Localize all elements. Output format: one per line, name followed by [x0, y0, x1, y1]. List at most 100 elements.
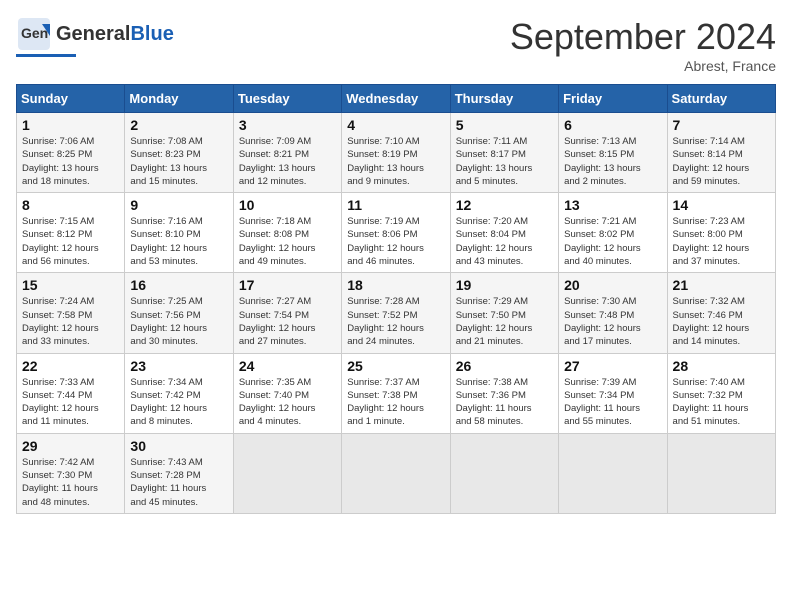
calendar-cell: 12 Sunrise: 7:20 AM Sunset: 8:04 PM Dayli…	[450, 193, 558, 273]
calendar-cell: 21 Sunrise: 7:32 AM Sunset: 7:46 PM Dayli…	[667, 273, 775, 353]
calendar-cell: 27 Sunrise: 7:39 AM Sunset: 7:34 PM Dayli…	[559, 353, 667, 433]
calendar-cell: 17 Sunrise: 7:27 AM Sunset: 7:54 PM Dayli…	[233, 273, 341, 353]
day-number: 17	[239, 277, 336, 293]
calendar-cell: 19 Sunrise: 7:29 AM Sunset: 7:50 PM Dayli…	[450, 273, 558, 353]
day-number: 7	[673, 117, 770, 133]
day-number: 13	[564, 197, 661, 213]
calendar-cell	[667, 433, 775, 513]
day-number: 10	[239, 197, 336, 213]
calendar-cell: 4Sunrise: 7:10 AM Sunset: 8:19 PM Daylig…	[342, 113, 450, 193]
calendar-cell	[559, 433, 667, 513]
day-info: Sunrise: 7:25 AM Sunset: 7:56 PM Dayligh…	[130, 295, 227, 348]
day-number: 21	[673, 277, 770, 293]
calendar-table: SundayMondayTuesdayWednesdayThursdayFrid…	[16, 84, 776, 514]
calendar-cell: 14Sunrise: 7:23 AM Sunset: 8:00 PM Dayli…	[667, 193, 775, 273]
calendar-cell: 9Sunrise: 7:16 AM Sunset: 8:10 PM Daylig…	[125, 193, 233, 273]
calendar-cell: 25 Sunrise: 7:37 AM Sunset: 7:38 PM Dayli…	[342, 353, 450, 433]
calendar-cell: 30 Sunrise: 7:43 AM Sunset: 7:28 PM Dayli…	[125, 433, 233, 513]
day-info: Sunrise: 7:42 AM Sunset: 7:30 PM Dayligh…	[22, 456, 119, 509]
calendar-cell: 5 Sunrise: 7:11 AM Sunset: 8:17 PM Daylig…	[450, 113, 558, 193]
calendar-cell: 16 Sunrise: 7:25 AM Sunset: 7:56 PM Dayli…	[125, 273, 233, 353]
day-number: 16	[130, 277, 227, 293]
day-info: Sunrise: 7:09 AM Sunset: 8:21 PM Dayligh…	[239, 135, 336, 188]
day-info: Sunrise: 7:43 AM Sunset: 7:28 PM Dayligh…	[130, 456, 227, 509]
day-number: 20	[564, 277, 661, 293]
calendar-week-5: 29 Sunrise: 7:42 AM Sunset: 7:30 PM Dayli…	[17, 433, 776, 513]
calendar-cell: 3 Sunrise: 7:09 AM Sunset: 8:21 PM Daylig…	[233, 113, 341, 193]
title-area: September 2024 Abrest, France	[510, 16, 776, 74]
calendar-week-2: 8 Sunrise: 7:15 AM Sunset: 8:12 PM Daylig…	[17, 193, 776, 273]
calendar-week-3: 15Sunrise: 7:24 AM Sunset: 7:58 PM Dayli…	[17, 273, 776, 353]
day-info: Sunrise: 7:28 AM Sunset: 7:52 PM Dayligh…	[347, 295, 444, 348]
header: Gen GeneralBlue September 2024 Abrest, F…	[16, 16, 776, 74]
day-info: Sunrise: 7:21 AM Sunset: 8:02 PM Dayligh…	[564, 215, 661, 268]
calendar-header-row: SundayMondayTuesdayWednesdayThursdayFrid…	[17, 85, 776, 113]
day-info: Sunrise: 7:20 AM Sunset: 8:04 PM Dayligh…	[456, 215, 553, 268]
day-info: Sunrise: 7:32 AM Sunset: 7:46 PM Dayligh…	[673, 295, 770, 348]
calendar-week-4: 22 Sunrise: 7:33 AM Sunset: 7:44 PM Dayli…	[17, 353, 776, 433]
month-title: September 2024	[510, 16, 776, 58]
day-number: 11	[347, 197, 444, 213]
day-number: 9	[130, 197, 227, 213]
calendar-cell: 26 Sunrise: 7:38 AM Sunset: 7:36 PM Dayli…	[450, 353, 558, 433]
day-number: 25	[347, 358, 444, 374]
day-info: Sunrise: 7:39 AM Sunset: 7:34 PM Dayligh…	[564, 376, 661, 429]
day-info: Sunrise: 7:15 AM Sunset: 8:12 PM Dayligh…	[22, 215, 119, 268]
day-info: Sunrise: 7:27 AM Sunset: 7:54 PM Dayligh…	[239, 295, 336, 348]
day-number: 12	[456, 197, 553, 213]
day-number: 18	[347, 277, 444, 293]
day-number: 8	[22, 197, 119, 213]
day-info: Sunrise: 7:19 AM Sunset: 8:06 PM Dayligh…	[347, 215, 444, 268]
calendar-cell: 6 Sunrise: 7:13 AM Sunset: 8:15 PM Daylig…	[559, 113, 667, 193]
calendar-week-1: 1 Sunrise: 7:06 AM Sunset: 8:25 PM Daylig…	[17, 113, 776, 193]
calendar-cell: 28 Sunrise: 7:40 AM Sunset: 7:32 PM Dayli…	[667, 353, 775, 433]
day-number: 3	[239, 117, 336, 133]
calendar-cell: 7 Sunrise: 7:14 AM Sunset: 8:14 PM Daylig…	[667, 113, 775, 193]
header-day-tuesday: Tuesday	[233, 85, 341, 113]
day-info: Sunrise: 7:37 AM Sunset: 7:38 PM Dayligh…	[347, 376, 444, 429]
calendar-cell: 29 Sunrise: 7:42 AM Sunset: 7:30 PM Dayli…	[17, 433, 125, 513]
calendar-cell: 13 Sunrise: 7:21 AM Sunset: 8:02 PM Dayli…	[559, 193, 667, 273]
calendar-cell: 2 Sunrise: 7:08 AM Sunset: 8:23 PM Daylig…	[125, 113, 233, 193]
day-info: Sunrise: 7:33 AM Sunset: 7:44 PM Dayligh…	[22, 376, 119, 429]
calendar-cell	[450, 433, 558, 513]
day-number: 6	[564, 117, 661, 133]
day-number: 5	[456, 117, 553, 133]
calendar-cell: 15Sunrise: 7:24 AM Sunset: 7:58 PM Dayli…	[17, 273, 125, 353]
day-number: 2	[130, 117, 227, 133]
day-number: 28	[673, 358, 770, 374]
day-info: Sunrise: 7:18 AM Sunset: 8:08 PM Dayligh…	[239, 215, 336, 268]
header-day-sunday: Sunday	[17, 85, 125, 113]
day-info: Sunrise: 7:11 AM Sunset: 8:17 PM Dayligh…	[456, 135, 553, 188]
day-info: Sunrise: 7:35 AM Sunset: 7:40 PM Dayligh…	[239, 376, 336, 429]
day-number: 29	[22, 438, 119, 454]
calendar-cell: 20Sunrise: 7:30 AM Sunset: 7:48 PM Dayli…	[559, 273, 667, 353]
day-number: 26	[456, 358, 553, 374]
day-info: Sunrise: 7:13 AM Sunset: 8:15 PM Dayligh…	[564, 135, 661, 188]
logo-blue: Blue	[130, 23, 173, 45]
day-number: 15	[22, 277, 119, 293]
header-day-saturday: Saturday	[667, 85, 775, 113]
day-number: 22	[22, 358, 119, 374]
calendar-cell: 10 Sunrise: 7:18 AM Sunset: 8:08 PM Dayli…	[233, 193, 341, 273]
day-number: 23	[130, 358, 227, 374]
day-info: Sunrise: 7:38 AM Sunset: 7:36 PM Dayligh…	[456, 376, 553, 429]
day-info: Sunrise: 7:34 AM Sunset: 7:42 PM Dayligh…	[130, 376, 227, 429]
header-day-thursday: Thursday	[450, 85, 558, 113]
day-info: Sunrise: 7:14 AM Sunset: 8:14 PM Dayligh…	[673, 135, 770, 188]
day-info: Sunrise: 7:08 AM Sunset: 8:23 PM Dayligh…	[130, 135, 227, 188]
day-number: 30	[130, 438, 227, 454]
calendar-cell: 24Sunrise: 7:35 AM Sunset: 7:40 PM Dayli…	[233, 353, 341, 433]
calendar-cell: 1 Sunrise: 7:06 AM Sunset: 8:25 PM Daylig…	[17, 113, 125, 193]
day-info: Sunrise: 7:29 AM Sunset: 7:50 PM Dayligh…	[456, 295, 553, 348]
day-info: Sunrise: 7:10 AM Sunset: 8:19 PM Dayligh…	[347, 135, 444, 188]
header-day-wednesday: Wednesday	[342, 85, 450, 113]
day-number: 27	[564, 358, 661, 374]
day-info: Sunrise: 7:40 AM Sunset: 7:32 PM Dayligh…	[673, 376, 770, 429]
day-number: 19	[456, 277, 553, 293]
logo: Gen GeneralBlue	[16, 16, 174, 57]
day-info: Sunrise: 7:06 AM Sunset: 8:25 PM Dayligh…	[22, 135, 119, 188]
header-day-monday: Monday	[125, 85, 233, 113]
day-number: 1	[22, 117, 119, 133]
calendar-cell: 22 Sunrise: 7:33 AM Sunset: 7:44 PM Dayli…	[17, 353, 125, 433]
